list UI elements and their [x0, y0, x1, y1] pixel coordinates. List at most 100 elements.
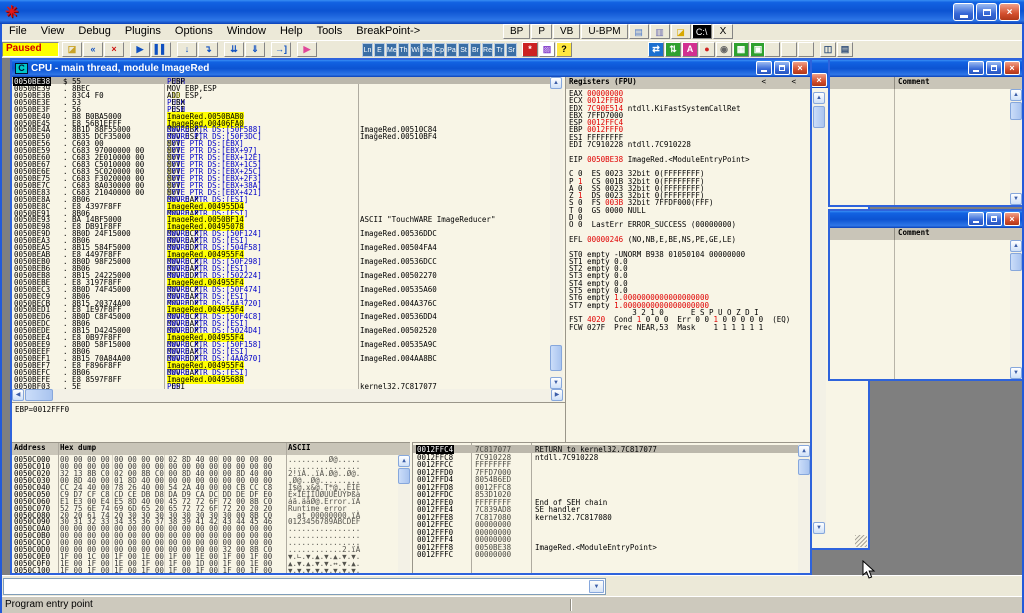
disasm-line[interactable]: 0050BE59.C683 97000000 00MOV BYTE PTR DS…	[12, 146, 550, 153]
stack-row[interactable]: 0012FFEC00000000	[413, 520, 798, 528]
spiral-icon[interactable]: ◉	[716, 42, 732, 57]
dump-row[interactable]: 0050C09030 31 32 33 34 35 36 37 38 39 41…	[12, 517, 398, 524]
keyboard-icon[interactable]: ▦	[733, 42, 749, 57]
disasm-line[interactable]: 0050BEFC.8B06MOV EAX,DWORD PTR DS:[ESI]	[12, 368, 550, 375]
menu-item-window[interactable]: Window	[220, 24, 273, 37]
stack-row[interactable]: 0012FFDC853D1020	[413, 490, 798, 498]
scrollbar[interactable]: ▲ ▼	[1010, 240, 1022, 379]
register-line[interactable]: ST0 empty -UNORM B938 01050104 00000000	[566, 250, 810, 257]
command-combobox[interactable]: ▼	[3, 578, 606, 595]
disasm-line[interactable]: 0050BE3B.83C4 F0ADD ESP,-10	[12, 91, 550, 98]
list-body[interactable]: ▲ ▼	[830, 89, 1022, 205]
list-body[interactable]: ▲ ▼	[830, 240, 1022, 379]
empty-button[interactable]	[764, 42, 780, 57]
disasm-line[interactable]: 0050BEC3.8B0D 74F45000MOV ECX,DWORD PTR …	[12, 285, 550, 292]
dump-pane[interactable]: Address Hex dump ASCII 0050C00000 00 00 …	[12, 442, 410, 573]
record-icon[interactable]: ●	[699, 42, 715, 57]
register-line[interactable]: EBP 0012FFF0	[566, 125, 810, 132]
registers-pane[interactable]: Registers (FPU) < < EAX 00000000ECX 0012…	[565, 77, 810, 442]
console-icon[interactable]: C:\	[692, 24, 712, 39]
stack-row[interactable]: 0012FFE0FFFFFFFFEnd of SEH chain	[413, 498, 798, 506]
close-button[interactable]: ×	[1004, 212, 1020, 226]
menu-item-breakpoint[interactable]: BreakPoint->	[349, 24, 427, 37]
window-title-bar[interactable]: ×	[830, 60, 1022, 77]
register-line[interactable]: ST3 empty 0.0	[566, 271, 810, 278]
scrollbar[interactable]: ▲ ▼	[812, 92, 826, 534]
menu-item-options[interactable]: Options	[168, 24, 220, 37]
view-button-me[interactable]: Me	[386, 43, 397, 57]
info-pane[interactable]: EBP=0012FFF0	[12, 402, 565, 442]
dump-row[interactable]: 0050C0C000 00 00 00 00 00 00 00 00 00 00…	[12, 538, 398, 545]
disasm-line[interactable]: 0050BE3E.53PUSH EBX	[12, 98, 550, 105]
cpu-window[interactable]: C CPU - main thread, module ImageRed × 0…	[10, 58, 812, 575]
dump-row[interactable]: 0050C0A000 00 00 00 00 00 00 00 00 00 00…	[12, 524, 398, 531]
window-title-bar[interactable]: ×	[830, 211, 1022, 228]
disasm-line[interactable]: 0050BEF1.8B15 70A84A00MOV EDX,DWORD PTR …	[12, 354, 550, 361]
disasm-line[interactable]: 0050BED6.8B0D C8F45000MOV ECX,DWORD PTR …	[12, 312, 550, 319]
open-file-icon[interactable]: ◪	[62, 42, 82, 57]
dump-row[interactable]: 0050C0F01E 00 1F 00 1E 00 1F 00 1F 00 1D…	[12, 559, 398, 566]
disasm-line[interactable]: 0050BED1.E8 1E97F8FFCALL ImageRed.004955…	[12, 305, 550, 312]
disasm-line[interactable]: 0050BE40.B8 B0BA5000MOV EAX,ImageRed.005…	[12, 112, 550, 119]
register-line[interactable]: ST7 empty 1.0000000000000000000	[566, 301, 810, 308]
view-button-tr[interactable]: Tr	[494, 43, 505, 57]
register-line[interactable]: ST4 empty 0.0	[566, 279, 810, 286]
disassembly-pane[interactable]: 0050BE38$55PUSH EBP0050BE39.8BECMOV EBP,…	[12, 77, 550, 389]
view-button-st[interactable]: St	[458, 43, 469, 57]
folder-icon[interactable]: ◪	[671, 24, 691, 39]
disasm-line[interactable]: 0050BEBE.E8 3197F8FFCALL ImageRed.004955…	[12, 278, 550, 285]
column-separator[interactable]	[894, 89, 895, 205]
view-button-pa[interactable]: Pa	[446, 43, 457, 57]
disasm-line[interactable]: 0050BEE9.8B0D 58F15000MOV ECX,DWORD PTR …	[12, 340, 550, 347]
close-button[interactable]: ×	[811, 73, 827, 87]
dump-row[interactable]: 0050C00000 00 00 00 00 00 00 00 02 8D 40…	[12, 455, 398, 462]
disasm-line[interactable]: 0050BE75.C683 F3020000 00MOV BYTE PTR DS…	[12, 174, 550, 181]
dump-row[interactable]: 0050C08020 20 61 74 20 30 30 30 30 30 30…	[12, 511, 398, 518]
disasm-line[interactable]: 0050BEB0.8B0D 98F25000MOV ECX,DWORD PTR …	[12, 257, 550, 264]
title-bar[interactable]: ✳ ×	[0, 0, 1024, 24]
disasm-line[interactable]: 0050BEA5.8B15 584F5000MOV EDX,DWORD PTR …	[12, 243, 550, 250]
restore-button[interactable]	[774, 61, 790, 75]
resize-grip[interactable]	[855, 535, 867, 547]
book-icon[interactable]: ▥	[650, 24, 670, 39]
register-line[interactable]: ECX 0012FFB0	[566, 96, 810, 103]
register-line[interactable]: O 0 LastErr ERROR_SUCCESS (00000000)	[566, 220, 810, 227]
register-line[interactable]: EDX 7C90E514 ntdll.KiFastSystemCallRet	[566, 104, 810, 111]
disasm-line[interactable]: 0050BECB.8B15 20374A00MOV EDX,DWORD PTR …	[12, 299, 550, 306]
disasm-vscrollbar[interactable]: ▲ ▼	[550, 77, 563, 389]
menu-item-debug[interactable]: Debug	[71, 24, 117, 37]
disasm-line[interactable]: 0050BEB6.8B06MOV EAX,DWORD PTR DS:[ESI]	[12, 264, 550, 271]
plugin-button-u-bpm[interactable]: U-BPM	[581, 24, 627, 39]
disasm-line[interactable]: 0050BE9D.8B0D 24F15000MOV ECX,DWORD PTR …	[12, 229, 550, 236]
disasm-line[interactable]: 0050BEA3.8B06MOV EAX,DWORD PTR DS:[ESI]	[12, 236, 550, 243]
disasm-line[interactable]: 0050BEFE.E8 8597F8FFCALL ImageRed.004956…	[12, 375, 550, 382]
dump-row[interactable]: 0050C060E1 E3 00 E4 E5 8D 40 00 45 72 72…	[12, 497, 398, 504]
execute-till-return-icon[interactable]: →]	[271, 42, 291, 57]
view-button-th[interactable]: Th	[398, 43, 409, 57]
stack-row[interactable]: 0012FFC47C817077RETURN to kernel32.7C817…	[413, 445, 798, 453]
register-line[interactable]: S 0 FS 003B 32bit 7FFDF000(FFF)	[566, 198, 810, 205]
disasm-line[interactable]: 0050BE3F.56PUSH ESI	[12, 105, 550, 112]
swap-icon[interactable]: ⇄	[648, 42, 664, 57]
disasm-line[interactable]: 0050BE8C.E8 4397F8FFCALL ImageRed.004955…	[12, 202, 550, 209]
disasm-line[interactable]: 0050BE7C.C683 8A030000 00MOV BYTE PTR DS…	[12, 181, 550, 188]
collapse-button[interactable]: <	[761, 77, 766, 86]
view-button-re[interactable]: Re	[482, 43, 493, 57]
stack-row[interactable]: 0012FFD07FFD7000	[413, 468, 798, 476]
disasm-line[interactable]: 0050BE60.C683 2E010000 00MOV BYTE PTR DS…	[12, 153, 550, 160]
dropdown-arrow-icon[interactable]: ▼	[589, 580, 604, 593]
dump-row[interactable]: 0050C02032 13 8B C0 02 00 8B C0 00 8D 40…	[12, 469, 398, 476]
cpu-title-bar[interactable]: C CPU - main thread, module ImageRed ×	[12, 60, 810, 77]
collapse-button[interactable]: <	[791, 77, 796, 86]
register-line[interactable]: A 0 SS 0023 32bit 0(FFFFFFFF)	[566, 184, 810, 191]
disasm-line[interactable]: 0050BF03.5EPOP ESIkernel32.7C817077	[12, 382, 550, 389]
plugin-button-vb[interactable]: VB	[553, 24, 580, 39]
register-line[interactable]: ST2 empty 0.0	[566, 264, 810, 271]
disasm-line[interactable]: 0050BE67.C683 C5010000 00MOV BYTE PTR DS…	[12, 160, 550, 167]
plugin-close-button[interactable]: X	[713, 24, 734, 39]
stack-row[interactable]: 0012FFE47C839AD8SE handler	[413, 505, 798, 513]
disasm-line[interactable]: 0050BEEF.8B06MOV EAX,DWORD PTR DS:[ESI]	[12, 347, 550, 354]
dump-row[interactable]: 0050C03000 8D 40 00 01 8D 40 00 00 00 00…	[12, 476, 398, 483]
disasm-line[interactable]: 0050BEAB.E8 4497F8FFCALL ImageRed.004955…	[12, 250, 550, 257]
restore-button[interactable]	[986, 61, 1002, 75]
